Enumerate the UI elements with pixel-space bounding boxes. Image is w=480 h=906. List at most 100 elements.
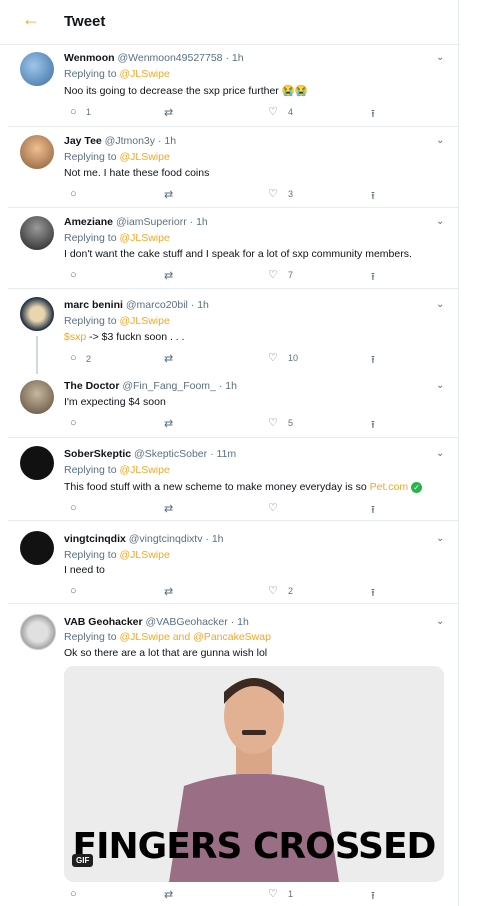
chevron-down-icon[interactable]: ⌄: [436, 380, 444, 391]
heart-icon[interactable]: ♡: [268, 105, 278, 118]
author-handle[interactable]: @Fin_Fang_Foom_: [122, 380, 216, 392]
author-name[interactable]: Jay Tee: [64, 135, 102, 147]
author-name[interactable]: Wenmoon: [64, 52, 115, 64]
reply-icon[interactable]: ○: [70, 888, 77, 900]
author-name[interactable]: vingtcinqdix: [64, 533, 126, 545]
retweet-icon[interactable]: ⇄: [164, 888, 173, 901]
share-icon[interactable]: ⭱: [371, 105, 375, 124]
share-icon[interactable]: ⭱: [371, 501, 375, 520]
heart-icon[interactable]: ♡: [268, 416, 278, 429]
chevron-down-icon[interactable]: ⌄: [436, 52, 444, 63]
chevron-down-icon[interactable]: ⌄: [436, 135, 444, 146]
timestamp[interactable]: 1h: [237, 616, 249, 628]
avatar[interactable]: [20, 380, 54, 414]
avatar[interactable]: [20, 216, 54, 250]
chevron-down-icon[interactable]: ⌄: [436, 216, 444, 227]
timestamp[interactable]: 11m: [217, 448, 237, 460]
replying-to-handle[interactable]: @JLSwipe: [119, 549, 169, 561]
author-handle[interactable]: @iamSuperiorr: [116, 216, 187, 228]
retweet-icon[interactable]: ⇄: [164, 585, 173, 598]
timestamp[interactable]: 1h: [225, 380, 237, 392]
share-icon[interactable]: ⭱: [371, 584, 375, 603]
timestamp[interactable]: 1h: [232, 52, 244, 64]
author-name[interactable]: The Doctor: [64, 380, 119, 392]
tweet[interactable]: SoberSkeptic @SkepticSober · 11m ⌄ Reply…: [8, 438, 458, 520]
avatar[interactable]: [20, 297, 54, 331]
avatar[interactable]: [20, 614, 56, 650]
reply-icon[interactable]: ○: [70, 417, 77, 429]
tweet-text: -> $3 fuckn soon . . .: [86, 331, 185, 343]
header: ← Tweet: [0, 0, 460, 45]
author-handle[interactable]: @vingtcinqdixtv: [129, 533, 203, 545]
author-handle[interactable]: @Jtmon3y: [105, 135, 155, 147]
replying-to-handle[interactable]: @JLSwipe: [119, 464, 169, 476]
tweet[interactable]: Wenmoon @Wenmoon49527758 · 1h ⌄ Replying…: [8, 44, 458, 126]
tweet[interactable]: vingtcinqdix @vingtcinqdixtv · 1h ⌄ Repl…: [8, 521, 458, 603]
avatar[interactable]: [20, 135, 54, 169]
replying-to-handle[interactable]: @JLSwipe: [119, 232, 169, 244]
author-handle[interactable]: @marco20bil: [126, 299, 188, 311]
gif-media[interactable]: FINGERS CROSSED GIF: [64, 666, 444, 882]
author-name[interactable]: VAB Geohacker: [64, 616, 143, 628]
heart-icon[interactable]: ♡: [268, 501, 278, 514]
reply-icon[interactable]: ○: [70, 502, 77, 514]
avatar[interactable]: [20, 52, 54, 86]
separator-dot: ·: [189, 216, 194, 228]
reply-count: 2: [86, 354, 92, 364]
reply-icon[interactable]: ○: [70, 585, 77, 597]
author-name[interactable]: SoberSkeptic: [64, 448, 131, 460]
chevron-down-icon[interactable]: ⌄: [436, 448, 444, 459]
replying-to-handle[interactable]: @JLSwipe: [119, 68, 169, 80]
tweet[interactable]: marc benini @marco20bil · 1h ⌄ Replying …: [8, 289, 458, 371]
chevron-down-icon[interactable]: ⌄: [436, 299, 444, 310]
share-icon[interactable]: ⭱: [371, 268, 375, 287]
reply-icon[interactable]: ○: [70, 269, 77, 281]
chevron-down-icon[interactable]: ⌄: [436, 533, 444, 544]
author-handle[interactable]: @Wenmoon49527758: [117, 52, 222, 64]
retweet-icon[interactable]: ⇄: [164, 352, 173, 365]
heart-icon[interactable]: ♡: [268, 187, 278, 200]
retweet-icon[interactable]: ⇄: [164, 502, 173, 515]
reply-icon[interactable]: ○: [70, 106, 77, 118]
timestamp[interactable]: 1h: [212, 533, 224, 545]
tweet[interactable]: The Doctor @Fin_Fang_Foom_ · 1h ⌄ I'm ex…: [8, 372, 458, 437]
author-name[interactable]: marc benini: [64, 299, 123, 311]
heart-icon[interactable]: ♡: [268, 351, 278, 364]
timestamp[interactable]: 1h: [196, 216, 208, 228]
tweet[interactable]: Jay Tee @Jtmon3y · 1h ⌄ Replying to @JLS…: [8, 127, 458, 207]
heart-icon[interactable]: ♡: [268, 268, 278, 281]
replying-to-handle[interactable]: @JLSwipe: [119, 151, 169, 163]
separator-dot: ·: [157, 135, 162, 147]
tweet[interactable]: Ameziane @iamSuperiorr · 1h ⌄ Replying t…: [8, 208, 458, 288]
arrow-left-icon[interactable]: ←: [22, 9, 40, 30]
avatar[interactable]: [20, 531, 54, 565]
replying-to-handle[interactable]: @JLSwipe and @PancakeSwap: [119, 631, 271, 643]
author-name[interactable]: Ameziane: [64, 216, 113, 228]
reply-icon[interactable]: ○: [70, 352, 77, 364]
tweet-text: I don't want the cake stuff and I speak …: [64, 248, 412, 260]
retweet-icon[interactable]: ⇄: [164, 269, 173, 282]
replying-to-label: Replying to: [64, 315, 120, 327]
share-icon[interactable]: ⭱: [371, 416, 375, 435]
separator-dot: ·: [218, 380, 223, 392]
timestamp[interactable]: 1h: [197, 299, 209, 311]
chevron-down-icon[interactable]: ⌄: [436, 616, 444, 627]
replying-to-handle[interactable]: @JLSwipe: [119, 315, 169, 327]
share-icon[interactable]: ⭱: [371, 351, 375, 370]
avatar[interactable]: [20, 446, 54, 480]
cashtag-link[interactable]: $sxp: [64, 331, 86, 343]
retweet-icon[interactable]: ⇄: [164, 417, 173, 430]
heart-icon[interactable]: ♡: [268, 584, 278, 597]
like-count: 1: [288, 889, 294, 899]
share-icon[interactable]: ⭱: [371, 887, 375, 906]
heart-icon[interactable]: ♡: [268, 887, 278, 900]
reply-count: 1: [86, 107, 92, 117]
retweet-icon[interactable]: ⇄: [164, 106, 173, 119]
tweet-link[interactable]: Pet.com: [370, 481, 409, 493]
share-icon[interactable]: ⭱: [371, 187, 375, 206]
reply-icon[interactable]: ○: [70, 188, 77, 200]
retweet-icon[interactable]: ⇄: [164, 188, 173, 201]
author-handle[interactable]: @VABGeohacker: [146, 616, 228, 628]
timestamp[interactable]: 1h: [164, 135, 176, 147]
author-handle[interactable]: @SkepticSober: [134, 448, 207, 460]
